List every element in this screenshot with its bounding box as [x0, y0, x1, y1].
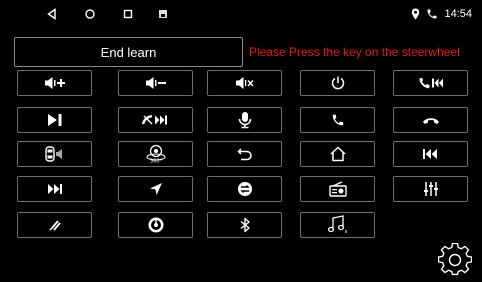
camera-360-icon: 360° [146, 144, 165, 165]
gear-icon [437, 242, 473, 276]
bluetooth-icon [240, 217, 250, 233]
next-track-icon [47, 184, 62, 194]
mute-key[interactable] [207, 70, 282, 96]
camera-360-key[interactable]: 360° [118, 141, 193, 167]
settings-button[interactable] [437, 242, 473, 277]
clock-time: 14:54 [444, 8, 472, 20]
steering-wheel-key[interactable] [118, 212, 193, 238]
navigation-key[interactable] [118, 176, 193, 202]
power-icon [331, 76, 344, 90]
previous-track-key[interactable] [393, 141, 468, 167]
instruction-text: Please Press the key on the steerwheel [249, 45, 460, 59]
phone-icon [427, 9, 437, 19]
recent-apps-icon[interactable] [120, 6, 136, 22]
radio-key[interactable] [300, 176, 375, 202]
previous-track-icon [422, 149, 437, 159]
answer-call-key[interactable] [300, 107, 375, 133]
volume-up-icon [44, 77, 65, 89]
call-previous-icon [418, 78, 443, 89]
location-icon [412, 8, 420, 20]
voice-key[interactable] [207, 107, 282, 133]
back-icon[interactable] [44, 6, 60, 22]
mic-mute-key[interactable] [17, 212, 92, 238]
screenshot-icon[interactable] [155, 6, 171, 22]
car-speaker-icon [44, 146, 62, 162]
volume-up-key[interactable] [17, 70, 92, 96]
play-pause-icon [47, 114, 61, 126]
music-key[interactable] [300, 212, 375, 238]
music-icon [327, 215, 346, 233]
status-bar: 14:54 [0, 0, 482, 28]
radio-icon [328, 181, 347, 197]
home-key[interactable] [300, 141, 375, 167]
home-icon [329, 146, 346, 162]
return-icon [236, 148, 252, 161]
hangup-next-icon [141, 114, 167, 125]
svg-text:360°: 360° [149, 159, 162, 165]
power-key[interactable] [300, 70, 375, 96]
car-speaker-key[interactable] [17, 141, 92, 167]
microphone-icon [238, 112, 251, 129]
hang-up-key[interactable] [393, 107, 468, 133]
mode-key[interactable] [207, 176, 282, 202]
mute-microphone-icon [49, 220, 61, 231]
home-icon[interactable] [82, 6, 98, 22]
volume-down-key[interactable] [118, 70, 193, 96]
phone-answer-icon [332, 114, 343, 126]
equalizer-icon [423, 182, 438, 196]
mute-icon [235, 77, 254, 89]
bluetooth-key[interactable] [207, 212, 282, 238]
phone-hangup-icon [422, 118, 439, 124]
navigation-icon [149, 183, 162, 195]
hangup-next-key[interactable] [118, 107, 193, 133]
call-previous-key[interactable] [393, 70, 468, 96]
status-indicators: 14:54 [411, 6, 472, 22]
next-track-key[interactable] [17, 176, 92, 202]
steering-wheel-icon [148, 217, 163, 233]
end-learn-button[interactable]: End learn [14, 37, 243, 67]
equalizer-key[interactable] [393, 176, 468, 202]
volume-down-icon [145, 77, 166, 89]
return-key[interactable] [207, 141, 282, 167]
mode-switch-icon [237, 182, 252, 196]
play-pause-key[interactable] [17, 107, 92, 133]
